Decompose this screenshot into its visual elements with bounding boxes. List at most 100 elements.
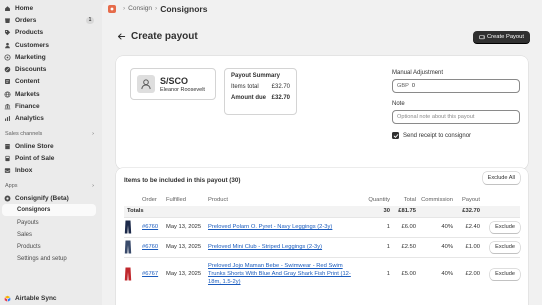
consignor-card[interactable]: S/SCO Eleanor Roosevelt bbox=[130, 68, 216, 100]
content-icon bbox=[4, 78, 11, 85]
col-payout: Payout bbox=[461, 196, 480, 203]
sidebar-item-online-store[interactable]: Online Store bbox=[0, 140, 102, 152]
product-link[interactable]: Preloved Polarn O. Pyret - Navy Leggings… bbox=[208, 224, 332, 230]
create-payout-button[interactable]: Create Payout bbox=[472, 31, 530, 43]
chevron-right-icon: › bbox=[155, 5, 158, 12]
target-icon bbox=[4, 54, 11, 61]
sidebar-item-label: Marketing bbox=[15, 53, 46, 61]
exclude-button[interactable]: Exclude bbox=[490, 221, 520, 233]
payout-items-card: Items to be included in this payout (30)… bbox=[116, 168, 528, 305]
col-order: Order bbox=[142, 196, 157, 203]
adjustment-value: 0 bbox=[411, 83, 415, 89]
exclude-button[interactable]: Exclude bbox=[490, 241, 520, 253]
sidebar-item-point-of-sale[interactable]: Point of Sale bbox=[0, 152, 102, 164]
product-image bbox=[124, 220, 132, 234]
consignor-name: Eleanor Roosevelt bbox=[160, 86, 205, 93]
product-link[interactable]: Preloved Mini Club - Striped Leggings (2… bbox=[208, 244, 322, 250]
sidebar-item-label: Inbox bbox=[15, 167, 33, 175]
amount-due-row: Amount due £32.70 bbox=[231, 95, 290, 101]
sidebar-item-label: Discounts bbox=[15, 66, 47, 74]
send-receipt-row[interactable]: Send receipt to consignor bbox=[392, 132, 520, 139]
sidebar-item-label: Markets bbox=[15, 90, 40, 98]
sidebar-item-markets[interactable]: Markets bbox=[0, 88, 102, 100]
sidebar-item-products[interactable]: Products bbox=[0, 27, 102, 39]
sidebar-item-label: Home bbox=[15, 4, 34, 12]
quantity-cell: 1 bbox=[362, 256, 390, 291]
app-subnav: Consignors Payouts Sales Products Settings a… bbox=[0, 204, 102, 265]
sidebar-item-marketing[interactable]: Marketing bbox=[0, 51, 102, 63]
sidebar-item-inbox[interactable]: Inbox bbox=[0, 165, 102, 177]
fulfilled-date: May 13, 2025 bbox=[166, 216, 208, 237]
col-thumb bbox=[124, 193, 142, 206]
sidebar-item-label: Products bbox=[15, 29, 44, 37]
sidebar-item-label: Finance bbox=[15, 103, 40, 111]
totals-quantity: 30 bbox=[362, 206, 390, 217]
breadcrumb: › Consign › Consignors bbox=[108, 0, 207, 17]
sidebar-item-label: Consignify (Beta) bbox=[15, 194, 69, 202]
sidebar-item-customers[interactable]: Customers bbox=[0, 39, 102, 51]
chevron-right-icon: › bbox=[92, 130, 94, 137]
sidebar-item-home[interactable]: Home bbox=[0, 2, 102, 14]
sidebar-item-analytics[interactable]: Analytics bbox=[0, 113, 102, 125]
back-arrow-icon[interactable] bbox=[117, 32, 126, 41]
app-gear-icon bbox=[4, 195, 11, 202]
subnav-item-products[interactable]: Products bbox=[0, 241, 102, 253]
apps-header[interactable]: Apps › bbox=[0, 180, 102, 192]
send-receipt-checkbox[interactable] bbox=[392, 132, 399, 139]
payout-summary: Payout Summary Items total £32.70 Amount… bbox=[224, 68, 297, 115]
note-input[interactable]: Optional note about this payout bbox=[392, 110, 520, 124]
subnav-item-payouts[interactable]: Payouts bbox=[0, 216, 102, 228]
subnav-item-sales[interactable]: Sales bbox=[0, 229, 102, 241]
subnav-item-settings-and-setup[interactable]: Settings and setup bbox=[0, 253, 102, 265]
manual-adjustment-input[interactable]: GBP 0 bbox=[392, 79, 520, 93]
total-cell: £2.50 bbox=[390, 236, 416, 257]
table-row: #6767 May 13, 2025 Preloved Jojo Maman Beb… bbox=[124, 256, 520, 291]
sidebar-item-label: Customers bbox=[15, 41, 49, 49]
sidebar-item-consignify[interactable]: Consignify (Beta) bbox=[0, 192, 102, 204]
sidebar-item-content[interactable]: Content bbox=[0, 76, 102, 88]
sidebar-item-discounts[interactable]: Discounts bbox=[0, 63, 102, 75]
sidebar-item-orders[interactable]: Orders 1 bbox=[0, 14, 102, 26]
product-thumbnail bbox=[124, 216, 142, 237]
tag-icon bbox=[4, 29, 11, 36]
sales-channels-label: Sales channels bbox=[5, 130, 43, 137]
payout-form: Manual Adjustment GBP 0 Note Optional no… bbox=[392, 70, 520, 139]
sidebar-item-label: Airtable Sync bbox=[15, 295, 57, 303]
send-receipt-label: Send receipt to consignor bbox=[403, 132, 472, 139]
consignor-code: S/SCO bbox=[160, 75, 189, 86]
totals-payout: £32.70 bbox=[453, 206, 480, 217]
product-thumbnail bbox=[124, 256, 142, 291]
sidebar: Home Orders 1 Products Customers Marketing Dis… bbox=[0, 0, 102, 305]
col-product: Product bbox=[208, 196, 228, 203]
order-link[interactable]: #6767 bbox=[142, 271, 158, 277]
primary-nav: Home Orders 1 Products Customers Marketing Dis… bbox=[0, 2, 102, 125]
product-image bbox=[124, 240, 132, 254]
exclude-button[interactable]: Exclude bbox=[490, 268, 520, 280]
page-header: Create payout bbox=[117, 31, 198, 42]
payout-details-card: S/SCO Eleanor Roosevelt Payout Summary I… bbox=[116, 56, 528, 169]
count-badge: 1 bbox=[86, 16, 94, 24]
totals-row: Totals 30 £81.75 £32.70 bbox=[124, 206, 520, 217]
subnav-item-consignors[interactable]: Consignors bbox=[2, 204, 96, 217]
col-commission: Commission bbox=[421, 196, 453, 203]
breadcrumb-parent[interactable]: Consign bbox=[128, 5, 152, 12]
consignify-logo-icon bbox=[108, 4, 116, 13]
totals-label: Totals bbox=[124, 206, 362, 217]
payout-cell: £2.40 bbox=[453, 216, 480, 237]
inbox-icon bbox=[4, 167, 11, 174]
product-link[interactable]: Preloved Jojo Maman Bebe - Swimwear - Re… bbox=[208, 263, 351, 285]
payout-icon bbox=[479, 35, 485, 40]
commission-cell: 40% bbox=[416, 256, 453, 291]
totals-total: £81.75 bbox=[390, 206, 416, 217]
adjustment-label: Manual Adjustment bbox=[392, 70, 444, 76]
order-link[interactable]: #6760 bbox=[142, 244, 158, 250]
sidebar-item-finance[interactable]: Finance bbox=[0, 100, 102, 112]
items-table: Order Fulfilled Product Quantity Total C… bbox=[124, 193, 520, 291]
table-header-row: Order Fulfilled Product Quantity Total C… bbox=[124, 193, 520, 206]
payout-cell: £2.00 bbox=[453, 256, 480, 291]
sidebar-item-airtable-sync[interactable]: Airtable Sync bbox=[0, 293, 102, 305]
exclude-all-button[interactable]: Exclude All bbox=[482, 172, 520, 184]
sales-channels-header[interactable]: Sales channels › bbox=[0, 128, 102, 140]
chart-icon bbox=[4, 115, 11, 122]
order-link[interactable]: #6760 bbox=[142, 224, 158, 230]
